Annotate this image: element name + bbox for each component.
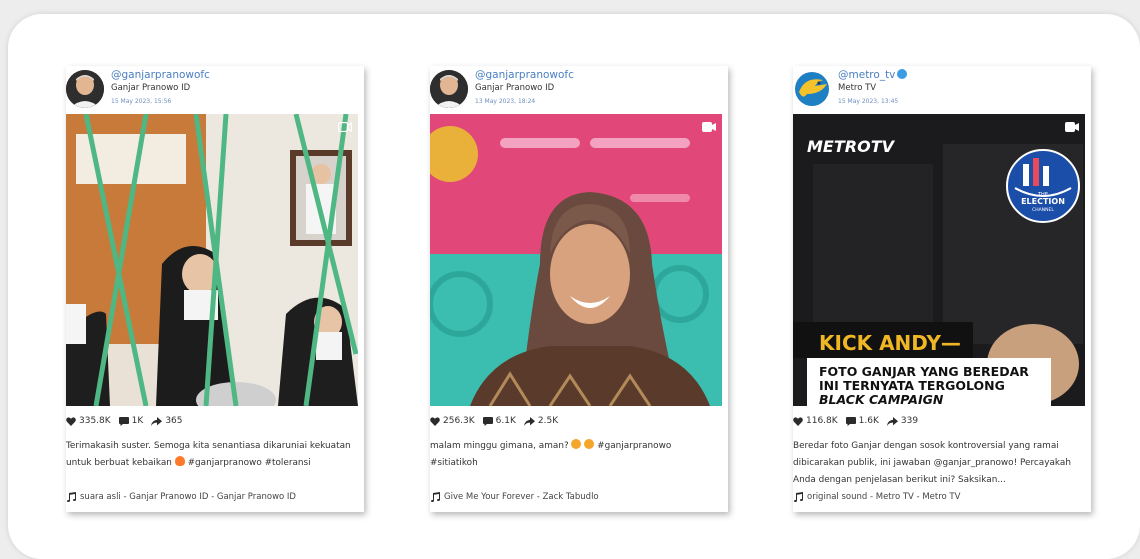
headline-line-1: FOTO GANJAR YANG BEREDAR <box>819 364 1029 379</box>
display-name: Ganjar Pranowo ID <box>475 83 555 93</box>
music-note-icon <box>431 492 440 502</box>
post-caption: malam minggu gimana, aman? #ganjarpranow… <box>430 439 672 468</box>
post-card-2[interactable]: @ganjarpranowofc Ganjar Pranowo ID 13 Ma… <box>430 66 728 512</box>
music-note-icon <box>67 492 76 502</box>
post-header: @metro_tv Metro TV 15 May 2023, 13:45 <box>793 68 1091 110</box>
share-icon <box>151 416 163 426</box>
election-badge-sub: CHANNEL <box>1032 207 1054 213</box>
metro-tv-logo: METROTV <box>807 137 896 156</box>
headline-line-2: INI TERNYATA TERGOLONG <box>819 378 1005 393</box>
display-name: Metro TV <box>838 83 877 93</box>
comments-count: 6.1K <box>495 416 516 426</box>
music-info[interactable]: original sound - Metro TV - Metro TV <box>793 492 960 502</box>
username-link[interactable]: @ganjarpranowofc <box>475 69 574 81</box>
engagement-stats: 335.8K 1K 365 <box>66 416 183 426</box>
engagement-stats: 116.8K 1.6K 339 <box>793 416 918 426</box>
post-header: @ganjarpranowofc Ganjar Pranowo ID 15 Ma… <box>66 68 364 110</box>
hashtags[interactable]: #ganjarpranowo #toleransi <box>188 458 311 468</box>
music-title: suara asli - Ganjar Pranowo ID - Ganjar … <box>80 492 296 502</box>
verified-badge-icon <box>897 69 908 79</box>
comments-count: 1.6K <box>858 416 879 426</box>
post-date: 15 May 2023, 15:56 <box>111 98 172 105</box>
heart-icon <box>66 416 76 426</box>
emoji-icon <box>584 439 595 449</box>
post-caption: Terimakasih suster. Semoga kita senantia… <box>66 441 351 468</box>
emoji-icon <box>571 439 582 449</box>
avatar[interactable] <box>66 70 104 108</box>
fire-emoji-icon <box>174 456 185 466</box>
comment-icon <box>118 416 129 426</box>
share-icon <box>886 416 898 426</box>
post-video[interactable] <box>430 114 722 406</box>
kick-andy-label: KICK ANDY— <box>819 331 961 355</box>
avatar[interactable] <box>793 70 831 108</box>
likes-count: 335.8K <box>79 416 111 426</box>
engagement-stats: 256.3K 6.1K 2.5K <box>430 416 558 426</box>
video-camera-icon <box>338 122 352 132</box>
username-link[interactable]: @ganjarpranowofc <box>111 69 210 81</box>
shares-count: 339 <box>900 416 919 426</box>
video-camera-icon <box>1065 122 1079 132</box>
shares-count: 2.5K <box>537 416 559 426</box>
post-date: 13 May 2023, 18:24 <box>475 98 536 105</box>
likes-count: 256.3K <box>443 416 475 426</box>
music-title: original sound - Metro TV - Metro TV <box>807 492 961 502</box>
video-camera-icon <box>702 122 716 132</box>
headline-line-3: BLACK CAMPAIGN <box>819 392 944 406</box>
avatar[interactable] <box>430 70 468 108</box>
post-card-1[interactable]: @ganjarpranowofc Ganjar Pranowo ID 15 Ma… <box>66 66 364 512</box>
username-link[interactable]: @metro_tv <box>838 69 908 81</box>
post-video[interactable]: THE ELECTION CHANNEL METROTV KICK ANDY— … <box>793 114 1085 406</box>
comments-count: 1K <box>131 416 144 426</box>
comment-icon <box>482 416 493 426</box>
music-note-icon <box>794 492 803 502</box>
post-header: @ganjarpranowofc Ganjar Pranowo ID 13 Ma… <box>430 68 728 110</box>
music-info[interactable]: suara asli - Ganjar Pranowo ID - Ganjar … <box>66 492 296 502</box>
comment-icon <box>845 416 856 426</box>
post-card-3[interactable]: @metro_tv Metro TV 15 May 2023, 13:45 TH… <box>793 66 1091 512</box>
music-info[interactable]: Give Me Your Forever - Zack Tabudlo <box>430 492 599 502</box>
post-date: 15 May 2023, 13:45 <box>838 98 899 105</box>
share-icon <box>523 416 535 426</box>
display-name: Ganjar Pranowo ID <box>111 83 191 93</box>
music-title: Give Me Your Forever - Zack Tabudlo <box>444 492 599 502</box>
post-video[interactable] <box>66 114 358 406</box>
post-caption: Beredar foto Ganjar dengan sosok kontrov… <box>793 441 1071 485</box>
heart-icon <box>793 416 803 426</box>
election-badge-main: ELECTION <box>1021 197 1065 206</box>
likes-count: 116.8K <box>806 416 838 426</box>
heart-icon <box>430 416 440 426</box>
shares-count: 365 <box>165 416 183 426</box>
